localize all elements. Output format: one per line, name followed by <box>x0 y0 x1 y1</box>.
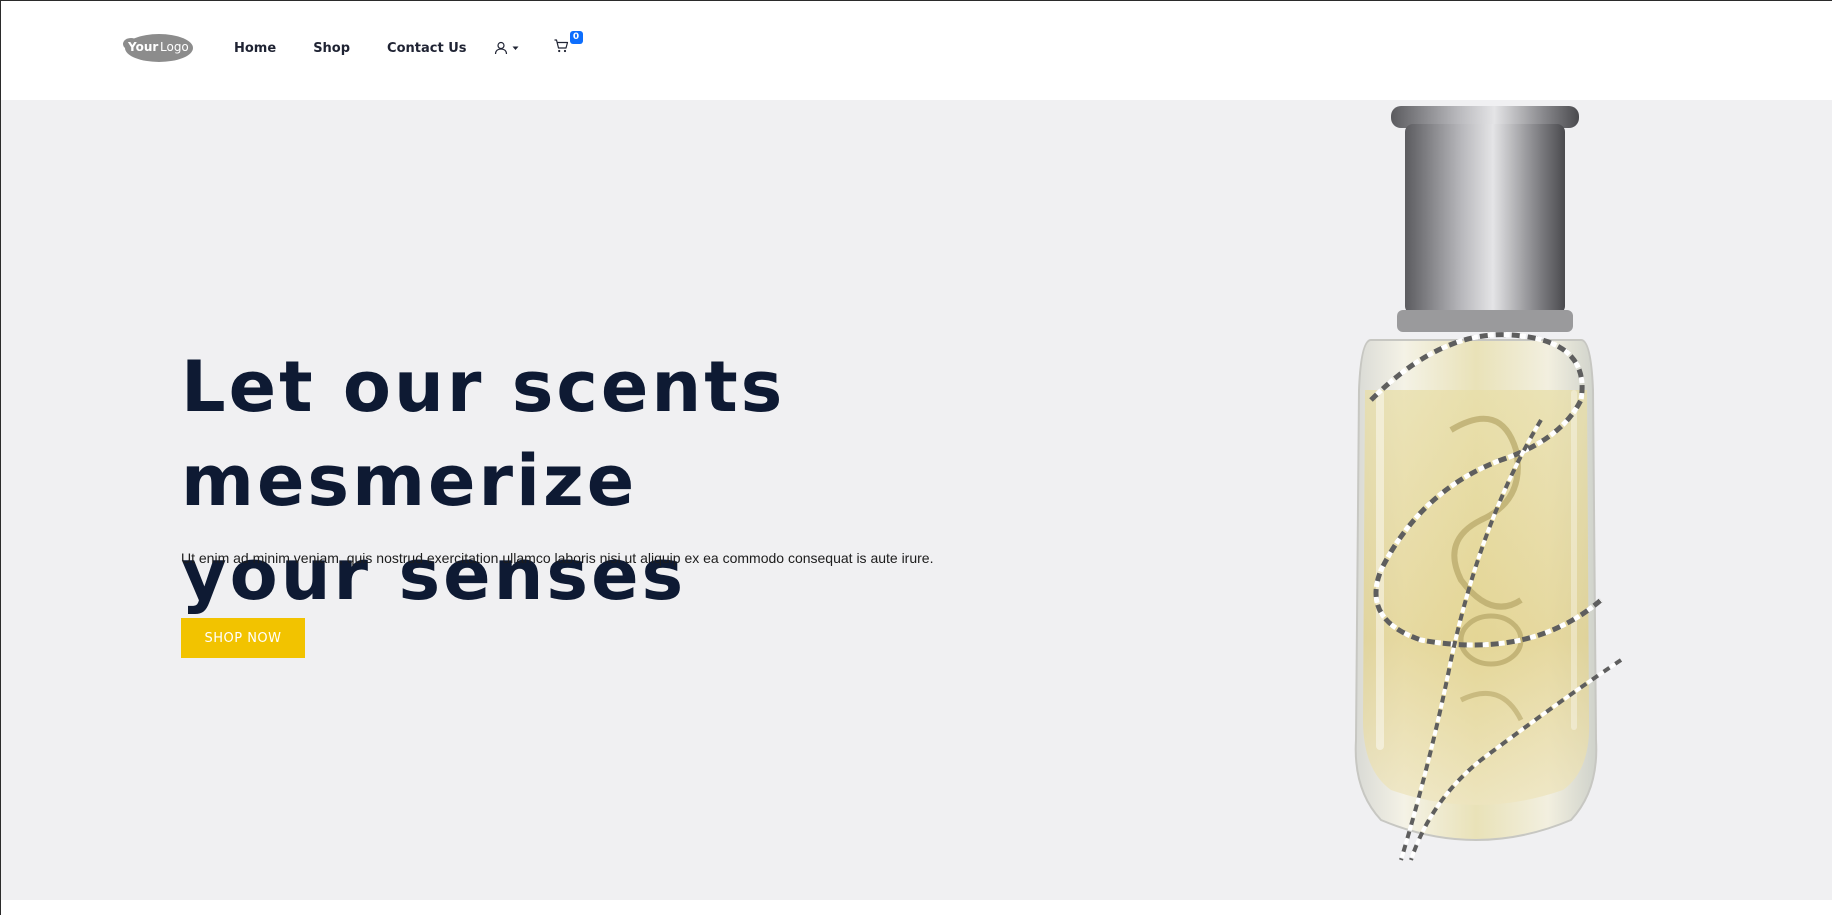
hero-section: Let our scents mesmerize your senses Ut … <box>1 100 1832 900</box>
main-nav: Home Shop Contact Us 0 <box>234 31 583 57</box>
nav-shop[interactable]: Shop <box>313 41 350 56</box>
logo-text-light: Logo <box>160 40 189 54</box>
nav-contact-us[interactable]: Contact Us <box>387 41 466 56</box>
chevron-down-icon <box>512 46 519 50</box>
hero-title-line-2: your senses <box>181 534 687 616</box>
user-icon <box>494 41 507 55</box>
nav-home[interactable]: Home <box>234 41 276 56</box>
hero-subtitle: Ut enim ad minim veniam, quis nostrud ex… <box>181 550 934 566</box>
cart-count-badge: 0 <box>569 31 583 44</box>
site-header: Your Logo Home Shop Contact Us 0 <box>1 1 1832 100</box>
page-bottom-strip <box>1 900 1832 916</box>
shop-now-button[interactable]: SHOP NOW <box>181 618 305 658</box>
hero-title-line-1: Let our scents mesmerize <box>181 346 786 522</box>
page-frame: Your Logo Home Shop Contact Us 0 Let our… <box>0 0 1832 916</box>
site-logo[interactable]: Your Logo <box>122 32 194 63</box>
hero-title: Let our scents mesmerize your senses <box>181 340 1161 622</box>
cart-icon <box>554 39 568 53</box>
logo-text-bold: Your <box>127 40 158 54</box>
logo-graphic: Your Logo <box>123 34 193 62</box>
perfume-bottle-image <box>1354 106 1623 861</box>
user-menu-toggle[interactable] <box>494 41 519 55</box>
cart-button[interactable]: 0 <box>554 31 583 57</box>
